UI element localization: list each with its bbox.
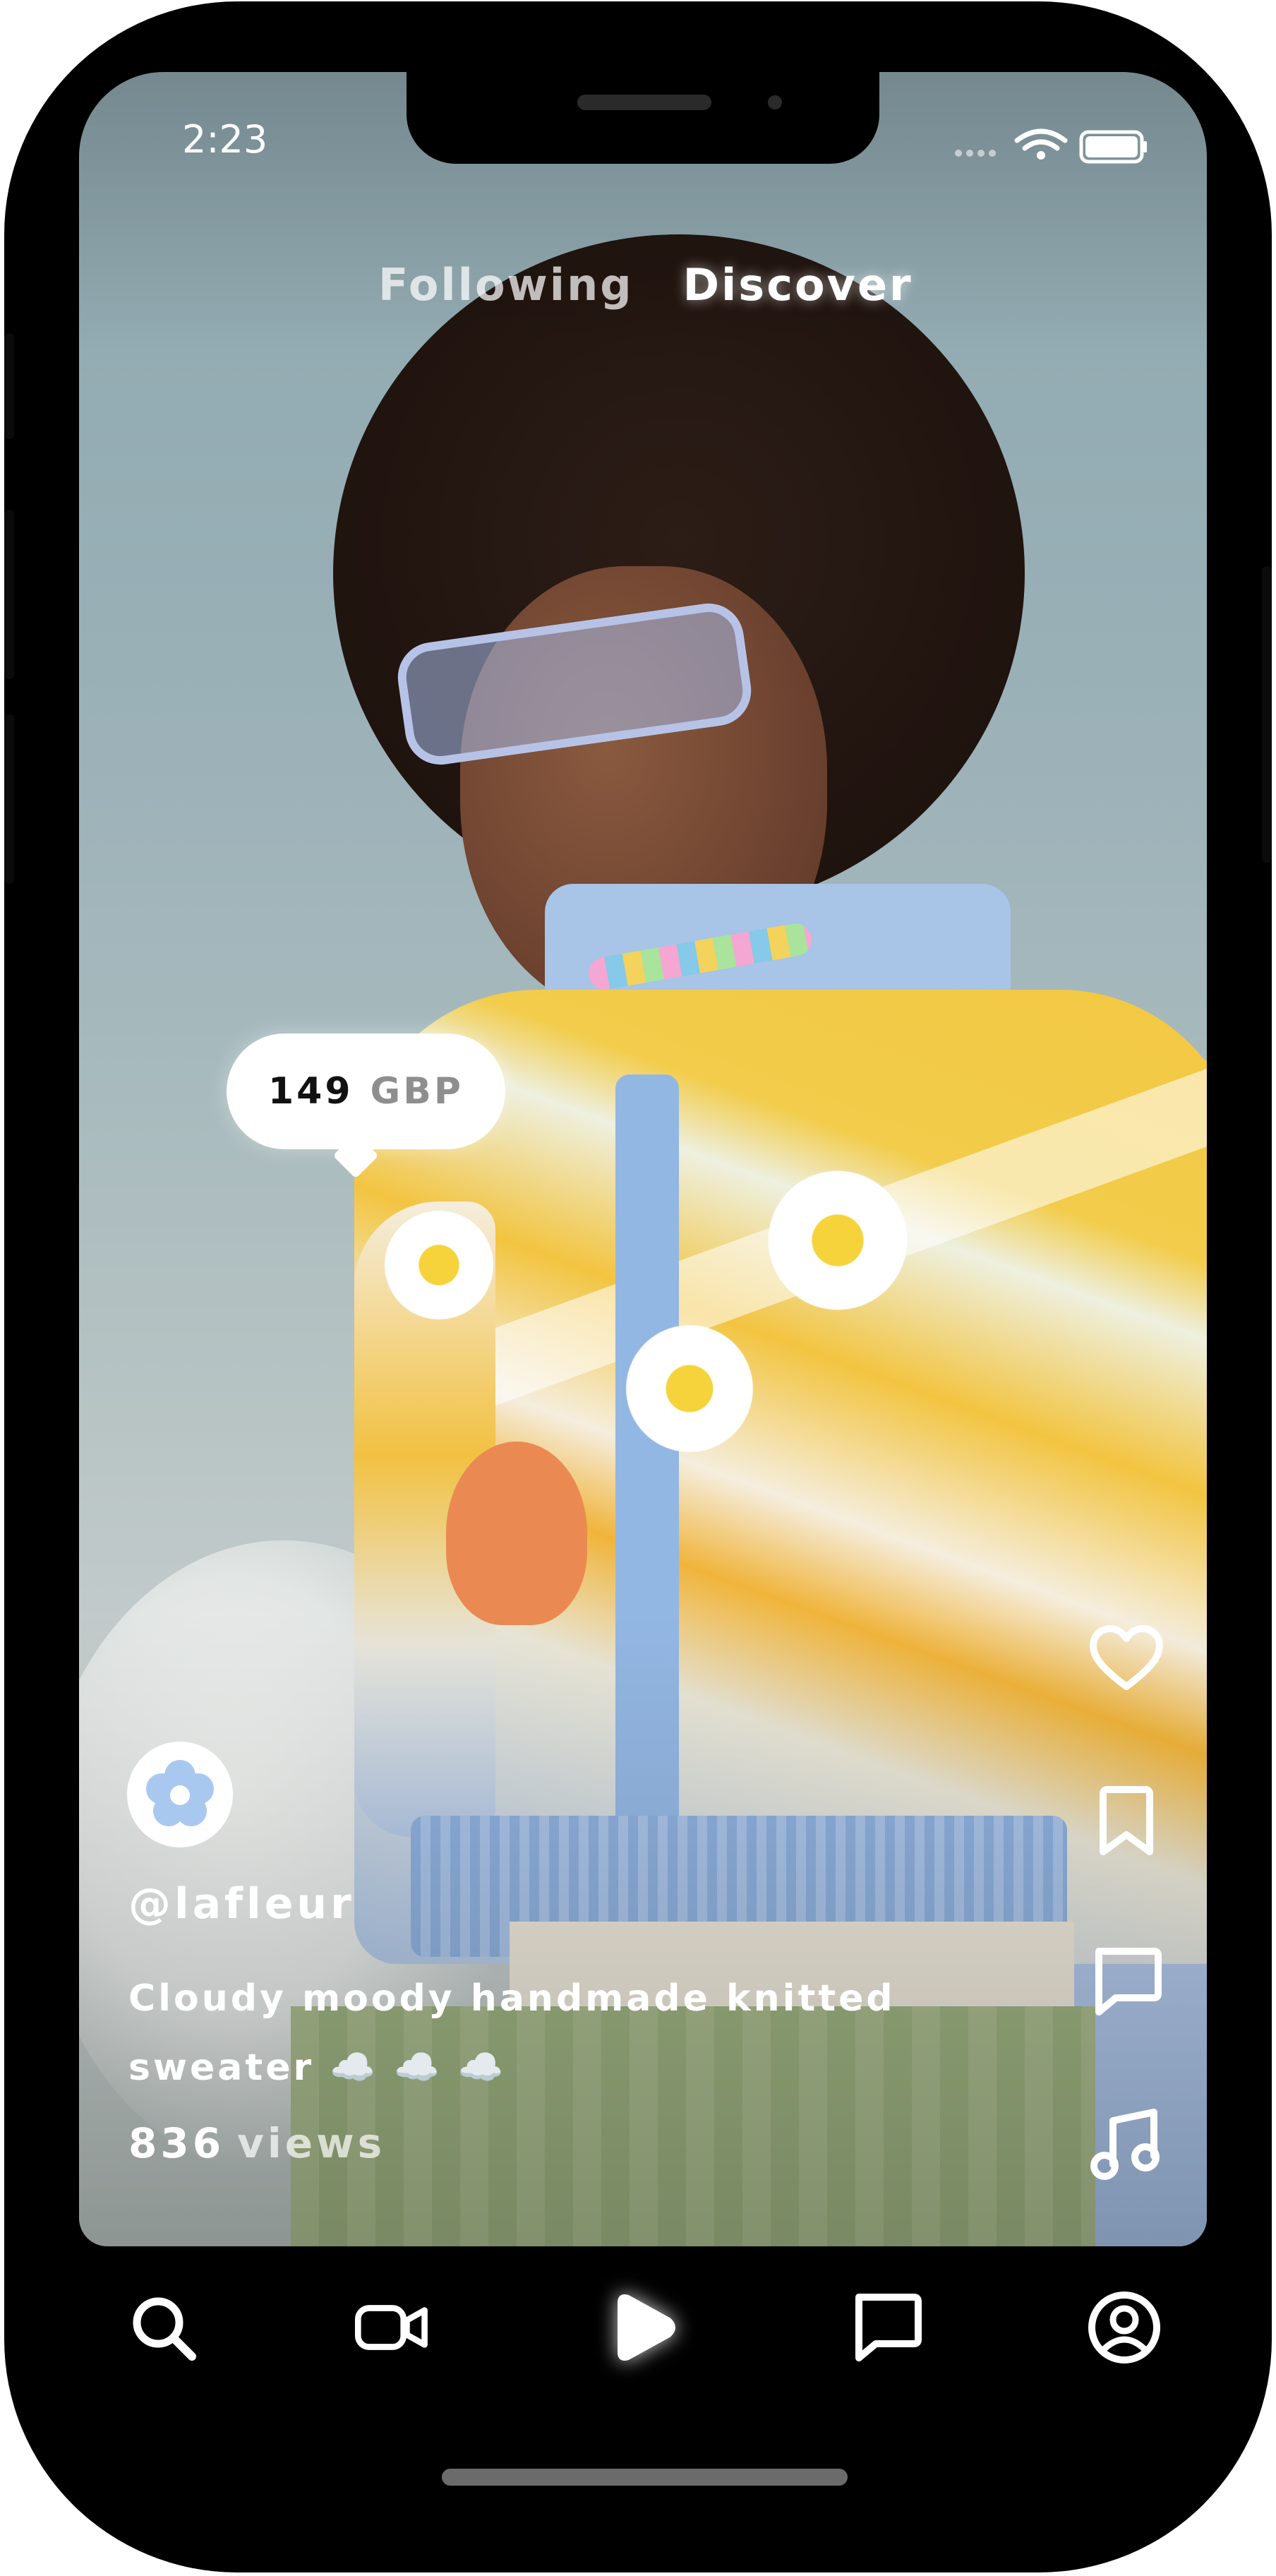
caption-line: Cloudy moody handmade knitted [128, 1977, 896, 2020]
feed-tabs: Following Discover [378, 259, 929, 323]
side-button [1262, 566, 1272, 863]
chat-icon [855, 2294, 922, 2361]
tab-discover[interactable]: Discover [683, 259, 913, 323]
views-label: views [237, 2119, 386, 2167]
photo-flower [757, 1159, 919, 1322]
photo-flower [375, 1202, 502, 1329]
price-tag[interactable]: 149 GBP [227, 1034, 505, 1149]
profile-icon [1088, 2292, 1160, 2364]
nav-video[interactable] [354, 2289, 452, 2366]
play-icon [618, 2294, 675, 2361]
battery-icon [1079, 130, 1147, 164]
nav-play[interactable] [604, 2289, 682, 2366]
comment-icon [1095, 1948, 1162, 2015]
music-button[interactable] [1088, 2105, 1165, 2183]
nav-chat[interactable] [848, 2289, 925, 2366]
caption-line: sweater ☁️ ☁️ ☁️ [128, 2047, 507, 2089]
side-button [4, 714, 14, 884]
flower-icon [146, 1760, 214, 1826]
side-button [4, 510, 14, 679]
side-button [4, 333, 14, 439]
post-caption: Cloudy moody handmade knitted sweater ☁️… [128, 1964, 961, 2102]
front-camera [768, 95, 782, 109]
view-count: 836 views [128, 2119, 385, 2167]
phone-frame: 2:23 Following Discover 149 GBP @lafleur… [4, 1, 1272, 2572]
creator-username[interactable]: @lafleur [128, 1879, 355, 1929]
nav-search[interactable] [124, 2289, 202, 2366]
speaker [577, 95, 711, 110]
home-indicator[interactable] [442, 2469, 848, 2486]
price-currency: GBP [370, 1070, 464, 1113]
signal-dots-icon [955, 150, 996, 157]
views-number: 836 [128, 2119, 225, 2167]
photo-flower [615, 1314, 764, 1463]
heart-icon [1090, 1625, 1163, 1690]
bookmark-icon [1100, 1786, 1153, 1855]
wifi-icon [1014, 128, 1068, 160]
search-icon [133, 2297, 196, 2361]
status-icons [950, 125, 1148, 167]
like-button[interactable] [1088, 1622, 1165, 1699]
status-time: 2:23 [182, 117, 268, 162]
nav-profile[interactable] [1085, 2289, 1163, 2366]
music-note-icon [1090, 2109, 1160, 2180]
price-amount: 149 [268, 1070, 354, 1113]
video-camera-icon [354, 2305, 428, 2350]
bookmark-button[interactable] [1088, 1784, 1165, 1862]
comment-button[interactable] [1088, 1943, 1165, 2020]
creator-avatar[interactable] [127, 1742, 233, 1847]
tab-following[interactable]: Following [378, 259, 634, 323]
notch [407, 72, 879, 164]
photo-mushroom [446, 1442, 587, 1625]
